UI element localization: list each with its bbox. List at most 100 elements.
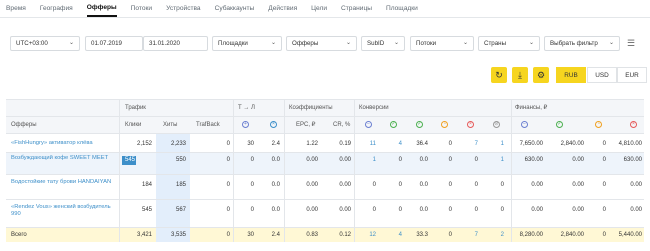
tab-subaccounts[interactable]: Субаккаунты [215, 0, 255, 18]
conv-value[interactable]: 11 [358, 140, 376, 148]
currency-eur-button[interactable]: EUR [617, 67, 647, 83]
clock-circle-icon[interactable]: ◔ [595, 121, 602, 128]
offer-link[interactable]: «FishHungry» активатор клёва [11, 140, 119, 147]
conv-value: 0 [448, 141, 452, 147]
slash-circle-icon[interactable]: ⊘ [493, 121, 500, 128]
platforms-select[interactable]: Площадки ⌄ [212, 36, 282, 51]
chevron-down-icon: ⌄ [393, 40, 399, 46]
tab-time[interactable]: Время [6, 0, 26, 18]
tab-devices[interactable]: Устройства [166, 0, 201, 18]
total-hits: 3,535 [170, 232, 186, 238]
finance-value: 0.00 [531, 207, 543, 213]
conv-value: 0 [372, 207, 376, 213]
tab-platforms[interactable]: Площадки [386, 0, 418, 18]
chevron-down-icon: ⌄ [608, 40, 614, 46]
offer-link[interactable]: Водостойкие тату брови HANDAIYAN [11, 179, 119, 186]
streams-select[interactable]: Потоки ⌄ [410, 36, 474, 51]
download-button[interactable]: ⤓ [512, 67, 528, 83]
plus-circle-icon[interactable]: + [242, 121, 249, 128]
chevron-down-icon: ⌄ [68, 40, 74, 46]
divider [6, 174, 644, 175]
conv-value: 0 [474, 182, 478, 188]
conv-value[interactable]: 4 [382, 140, 402, 148]
clicks-value: 545 [124, 157, 135, 163]
tl-value: 30 [247, 141, 254, 147]
check-circle-icon[interactable]: ✓ [390, 121, 397, 128]
clear-filter-icon[interactable]: ☰ [627, 37, 635, 49]
epc-value: 0.00 [306, 207, 318, 213]
date-from-input[interactable]: 01.07.2019 [85, 36, 143, 51]
currency-rub-button[interactable]: RUB [556, 67, 586, 83]
countries-select[interactable]: Страны ⌄ [478, 36, 540, 51]
countries-value: Страны [484, 40, 507, 47]
streams-value: Потоки [416, 40, 437, 47]
tab-streams[interactable]: Потоки [131, 0, 152, 18]
minus-circle-icon[interactable]: − [521, 121, 528, 128]
col-header-trafback[interactable]: TrafBack [196, 121, 220, 129]
offers-select[interactable]: Офферы ⌄ [286, 36, 357, 51]
col-header-offers[interactable]: Офферы [11, 121, 37, 129]
tl-value: 0.0 [271, 157, 280, 163]
chevron-down-icon: ⌄ [270, 40, 276, 46]
group-header-finance: Финансы, ₽ [515, 105, 548, 111]
finance-value: 0 [602, 207, 606, 213]
total-conv[interactable]: 4 [382, 231, 402, 239]
clock-circle-icon[interactable]: ◔ [441, 121, 448, 128]
offers-value: Офферы [292, 40, 319, 47]
tab-goals[interactable]: Цели [311, 0, 327, 18]
check-circle-icon[interactable]: ✓ [556, 121, 563, 128]
conv-value: 0 [372, 182, 376, 188]
total-epc: 0.83 [306, 232, 318, 238]
divider [233, 99, 234, 242]
minus-circle-icon[interactable]: − [365, 121, 372, 128]
col-header-hits[interactable]: Хиты [163, 121, 177, 129]
group-header-coefficients: Коэффициенты [289, 105, 333, 111]
conv-value: 0.0 [419, 182, 428, 188]
total-conv[interactable]: 2 [484, 231, 504, 239]
clicks-value: 184 [141, 182, 152, 188]
cancel-circle-icon[interactable]: × [630, 121, 637, 128]
chevron-down-icon: ⌄ [462, 40, 468, 46]
total-label: Всего [11, 232, 27, 238]
date-to-value: 31.01.2020 [149, 40, 180, 47]
finance-value: 0.00 [630, 207, 642, 213]
stats-table: Трафик Т → Л Коэффициенты Конверсии Фина… [6, 99, 644, 242]
choose-filter-select[interactable]: Выбрать фильтр ⌄ [544, 36, 620, 51]
refresh-icon: ↻ [495, 70, 503, 80]
conv-value[interactable]: 7 [458, 140, 478, 148]
offer-link[interactable]: Возбуждающий кофе SWEET MEET [11, 155, 113, 162]
tab-offers[interactable]: Офферы [86, 0, 117, 17]
subid-select[interactable]: SubID ⌄ [361, 36, 405, 51]
col-header-epc[interactable]: EPC, ₽ [296, 121, 316, 129]
conv-value[interactable]: 1 [484, 156, 504, 164]
conv-value: 0.0 [419, 157, 428, 163]
choose-filter-value: Выбрать фильтр [550, 40, 598, 47]
refresh-button[interactable]: ↻ [491, 67, 507, 83]
close-circle-icon[interactable]: × [270, 121, 277, 128]
tab-actions[interactable]: Действия [268, 0, 297, 18]
col-header-clicks[interactable]: Клики [125, 121, 141, 129]
total-tl: 30 [247, 232, 254, 238]
offer-link[interactable]: «Rendez Vous» женский возбудитель 990 [11, 204, 119, 218]
group-header-traffic: Трафик [125, 105, 146, 111]
check-circle-icon[interactable]: ✓ [416, 121, 423, 128]
col-header-cr[interactable]: CR, % [333, 121, 350, 129]
conv-value[interactable]: 1 [484, 140, 504, 148]
date-to-input[interactable]: 31.01.2020 [143, 36, 208, 51]
timezone-select[interactable]: UTC+03:00 ⌄ [10, 36, 80, 51]
trafback-value: 0 [226, 182, 230, 188]
finance-value: 7,650.00 [519, 141, 543, 147]
conv-value[interactable]: 1 [358, 156, 376, 164]
subid-value: SubID [367, 40, 385, 47]
tab-pages[interactable]: Страницы [341, 0, 372, 18]
settings-button[interactable]: ⚙ [533, 67, 549, 83]
finance-value: 630.00 [524, 157, 543, 163]
total-tl: 2.4 [271, 232, 280, 238]
tab-geography[interactable]: География [40, 0, 73, 18]
total-conv[interactable]: 7 [458, 231, 478, 239]
cancel-circle-icon[interactable]: × [467, 121, 474, 128]
total-conv[interactable]: 12 [358, 231, 376, 239]
currency-usd-button[interactable]: USD [587, 67, 617, 83]
hits-value: 185 [175, 182, 186, 188]
divider [6, 227, 644, 228]
